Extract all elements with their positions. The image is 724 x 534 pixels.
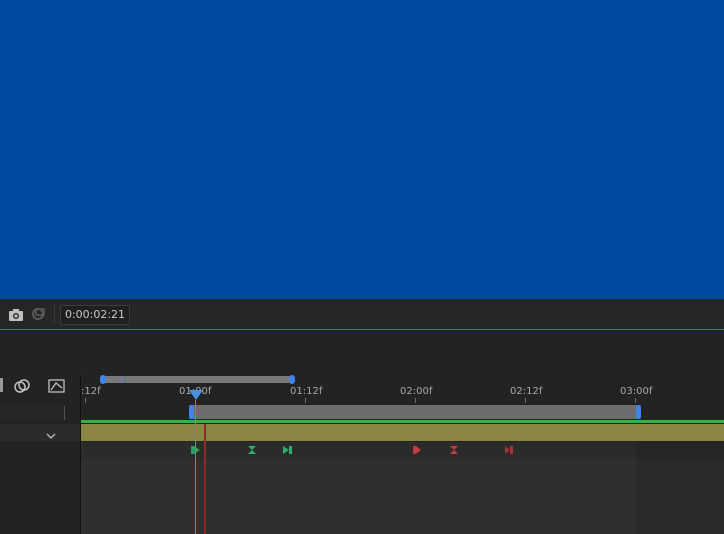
playhead-handle[interactable] xyxy=(189,390,203,400)
graph-editor-icon[interactable] xyxy=(48,378,66,398)
navigator-current-time xyxy=(125,376,126,383)
toolbar-divider xyxy=(54,304,55,324)
navigator-end-handle[interactable] xyxy=(289,375,295,384)
green-mid-marker-icon[interactable] xyxy=(247,445,257,458)
layer-row[interactable] xyxy=(0,424,80,441)
ruler-tick xyxy=(85,398,86,403)
timeline-track-area[interactable] xyxy=(81,458,636,534)
ruler-label: 02:00f xyxy=(400,386,433,397)
ruler-label: :12f xyxy=(81,386,101,397)
timeline-track-area-outside xyxy=(636,458,724,534)
marker-row-outside xyxy=(636,442,724,458)
marker-row xyxy=(81,442,636,458)
red-out-marker-icon[interactable] xyxy=(504,445,514,458)
motion-blur-icon[interactable] xyxy=(14,378,30,398)
ruler-tick xyxy=(525,398,526,403)
work-area-end-handle[interactable] xyxy=(636,405,641,419)
work-area-bar[interactable] xyxy=(193,405,637,419)
ruler-tick xyxy=(635,398,636,403)
current-time-display[interactable]: 0:00:02:21 xyxy=(60,305,130,325)
layer-range-indicator xyxy=(81,420,724,423)
ruler-label: 01:12f xyxy=(290,386,323,397)
column-icon[interactable] xyxy=(0,378,3,392)
search-field[interactable] xyxy=(0,406,65,420)
composition-viewer[interactable] xyxy=(0,0,724,299)
render-position-line xyxy=(204,424,206,534)
ruler-label: 03:00f xyxy=(620,386,653,397)
chevron-down-icon[interactable] xyxy=(46,426,56,445)
green-out-marker-icon[interactable] xyxy=(283,445,293,458)
green-in-marker-icon[interactable] xyxy=(191,445,201,458)
playhead-line[interactable] xyxy=(195,400,196,534)
red-in-marker-icon[interactable] xyxy=(412,445,422,458)
ruler-tick xyxy=(305,398,306,403)
ruler-tick xyxy=(415,398,416,403)
ruler-label: 02:12f xyxy=(510,386,543,397)
red-mid-marker-icon[interactable] xyxy=(449,445,459,458)
snapshot-camera-icon[interactable] xyxy=(8,307,24,326)
show-snapshot-icon[interactable] xyxy=(30,306,46,326)
navigator-start-handle[interactable] xyxy=(100,375,106,384)
layer-duration-bar[interactable] xyxy=(81,424,724,441)
time-navigator[interactable] xyxy=(103,376,292,383)
work-area-start-handle[interactable] xyxy=(189,405,194,419)
